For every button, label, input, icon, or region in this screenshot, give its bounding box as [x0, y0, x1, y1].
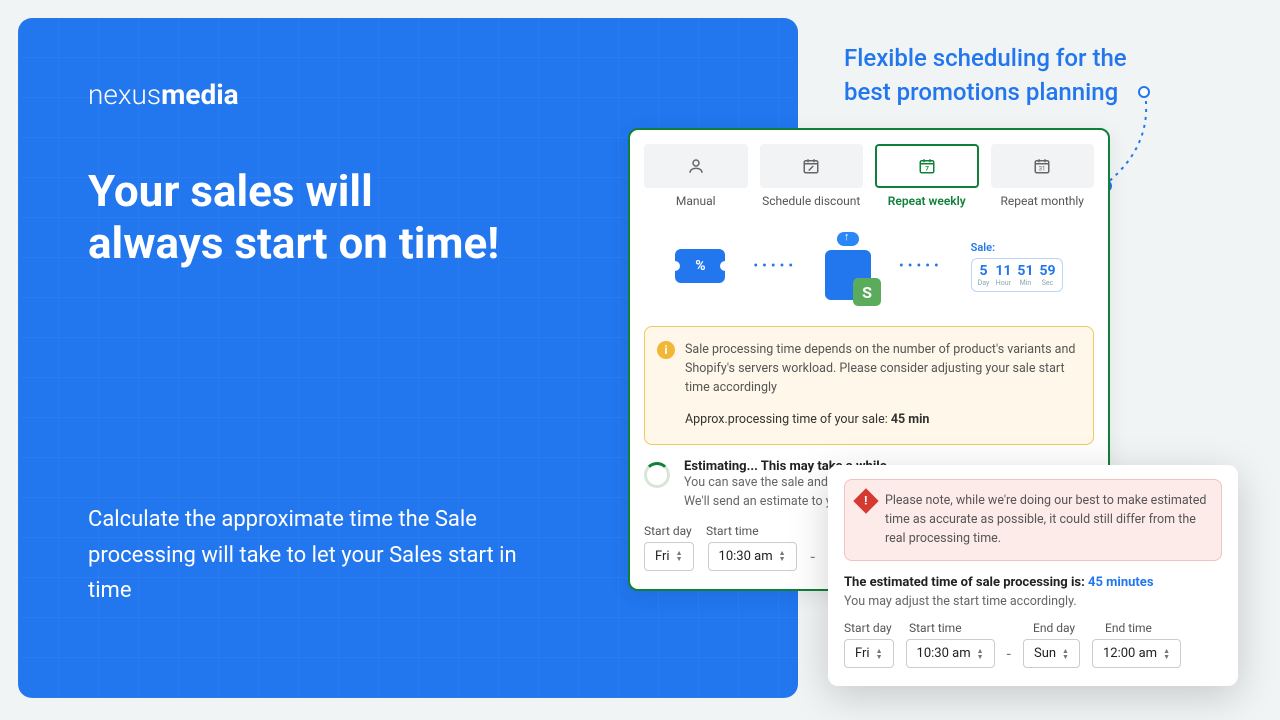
logo-bold: media: [161, 78, 239, 111]
calendar-discount-icon: [760, 144, 864, 188]
tab-strip: Manual Schedule discount 7 Repeat weekly…: [630, 130, 1108, 216]
stepper-icon: ▲▼: [977, 648, 984, 660]
dots-icon: •••••: [753, 258, 797, 274]
sale-label: Sale:: [971, 241, 1063, 254]
coupon-icon: %: [675, 249, 725, 283]
start-time-select[interactable]: 10:30 am ▲▼: [708, 542, 797, 571]
tab-label: Schedule discount: [762, 194, 860, 208]
start-day-select[interactable]: Fri ▲▼: [644, 542, 694, 571]
alert-icon: !: [853, 488, 878, 513]
start-day-label: Start day: [844, 621, 896, 635]
warning-text: Please note, while we're doing our best …: [885, 492, 1209, 548]
svg-text:31: 31: [1039, 166, 1046, 173]
dots-icon: •••••: [899, 258, 943, 274]
end-time-label: End time: [1105, 621, 1152, 635]
end-day-select[interactable]: Sun ▲▼: [1023, 639, 1080, 668]
tab-label: Manual: [676, 194, 716, 208]
headline: Your sales will always start on time!: [88, 166, 508, 270]
tab-repeat-monthly[interactable]: 31 Repeat monthly: [991, 144, 1095, 208]
server-icon: S: [825, 232, 871, 300]
info-text: Sale processing time depends on the numb…: [685, 341, 1079, 397]
estimate-overlay-card: ! Please note, while we're doing our bes…: [828, 465, 1238, 686]
approx-time: Approx.processing time of your sale: 45 …: [685, 411, 1079, 430]
range-dash: -: [1007, 644, 1011, 663]
info-icon: i: [657, 341, 675, 359]
stepper-icon: ▲▼: [876, 648, 883, 660]
info-callout: i Sale processing time depends on the nu…: [644, 326, 1094, 445]
start-time-label: Start time: [909, 621, 1011, 635]
range-dash: -: [811, 547, 815, 566]
logo: nexusmedia: [88, 78, 728, 111]
countdown: Sale: 5Day 11Hour 51Min 59Sec: [971, 241, 1063, 292]
calendar-month-icon: 31: [991, 144, 1095, 188]
tab-schedule[interactable]: Schedule discount: [760, 144, 864, 208]
calendar-week-icon: 7: [875, 144, 979, 188]
estimate-line: The estimated time of sale processing is…: [844, 575, 1222, 590]
connector-dot-icon: [1138, 86, 1150, 98]
start-time-label: Start time: [706, 524, 759, 538]
end-time-select[interactable]: 12:00 am ▲▼: [1092, 639, 1181, 668]
end-day-label: End day: [1033, 621, 1093, 635]
subline: Calculate the approximate time the Sale …: [88, 502, 528, 608]
start-day-label: Start day: [644, 524, 692, 538]
shopify-bag-icon: S: [853, 278, 881, 306]
stepper-icon: ▲▼: [779, 550, 786, 562]
warning-callout: ! Please note, while we're doing our bes…: [844, 479, 1222, 561]
user-icon: [644, 144, 748, 188]
tab-label: Repeat monthly: [1001, 194, 1084, 208]
overlay-selects: Fri ▲▼ 10:30 am ▲▼ - Sun ▲▼ 12:00 am ▲▼: [844, 639, 1222, 668]
start-time-select[interactable]: 10:30 am ▲▼: [906, 639, 995, 668]
start-day-select[interactable]: Fri ▲▼: [844, 639, 894, 668]
spinner-icon: [644, 462, 670, 488]
tagline: Flexible scheduling for the best promoti…: [844, 42, 1134, 109]
stepper-icon: ▲▼: [1062, 648, 1069, 660]
illustration-row: % ••••• S ••••• Sale: 5Day 11Hour 51Min …: [630, 216, 1108, 326]
stepper-icon: ▲▼: [1163, 648, 1170, 660]
cloud-upload-icon: [837, 232, 859, 246]
tab-label: Repeat weekly: [888, 194, 966, 208]
svg-text:7: 7: [925, 165, 929, 173]
tab-repeat-weekly[interactable]: 7 Repeat weekly: [875, 144, 979, 208]
logo-thin: nexus: [88, 78, 161, 111]
tab-manual[interactable]: Manual: [644, 144, 748, 208]
overlay-labels: Start day Start time End day End time: [844, 621, 1222, 635]
adjust-note: You may adjust the start time accordingl…: [844, 594, 1222, 609]
stepper-icon: ▲▼: [676, 550, 683, 562]
